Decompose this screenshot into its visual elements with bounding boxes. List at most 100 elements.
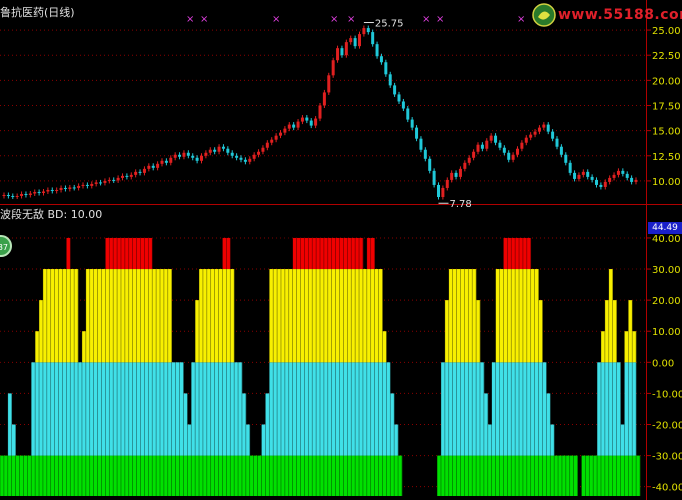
zone-cyan-bar: [495, 362, 500, 456]
zone-cyan-bar: [222, 362, 227, 456]
zone-yellow-bar: [292, 269, 297, 363]
chart-canvas[interactable]: 25.0022.5020.0017.5015.0012.5010.0025.75…: [0, 0, 682, 500]
candle-body: [287, 124, 291, 129]
zone-cyan-bar: [304, 362, 309, 456]
zone-cyan-bar: [202, 362, 208, 456]
zone-cyan-bar: [288, 362, 293, 456]
candle-body: [590, 176, 594, 180]
zone-red-bar: [296, 237, 301, 270]
zone-green-bar: [476, 455, 481, 496]
zone-red-bar: [351, 237, 356, 270]
zone-green-bar: [31, 455, 36, 496]
zone-cyan-bar: [612, 362, 617, 456]
zone-cyan-bar: [460, 362, 465, 456]
zone-cyan-bar: [175, 362, 180, 456]
zone-green-bar: [113, 455, 118, 496]
zone-green-bar: [19, 455, 24, 496]
candle-body: [270, 139, 274, 143]
zone-green-bar: [444, 455, 450, 496]
zone-cyan-bar: [210, 362, 215, 456]
zone-cyan-bar: [464, 362, 469, 456]
stock-chart-window[interactable]: 25.00 22.50 20.00 17.50 15.00 12.50 10.00 25.75…: [0, 0, 682, 500]
zone-cyan-bar: [476, 362, 481, 456]
candle-body: [33, 191, 37, 194]
zone-yellow-bar: [101, 269, 106, 363]
candle-body: [213, 149, 217, 152]
zone-green-bar: [152, 455, 157, 496]
zone-cyan-bar: [331, 362, 336, 456]
zone-cyan-bar: [628, 362, 633, 456]
zone-cyan-bar: [343, 362, 348, 456]
candle-body: [524, 137, 528, 143]
zone-green-bar: [316, 455, 321, 496]
low-label: 7.78: [450, 199, 472, 210]
zone-cyan-bar: [323, 362, 329, 456]
zone-cyan-bar: [542, 362, 547, 456]
zone-cyan-bar: [312, 362, 317, 456]
zone-green-bar: [351, 455, 356, 496]
zone-yellow-bar: [199, 269, 204, 363]
zone-cyan-bar: [144, 362, 149, 456]
candle-body: [537, 127, 541, 132]
candle-body: [322, 92, 326, 106]
zone-cyan-bar: [230, 362, 235, 456]
zone-green-bar: [3, 455, 9, 496]
zone-cyan-bar: [386, 362, 391, 456]
zone-yellow-bar: [132, 269, 137, 363]
zone-green-bar: [54, 455, 59, 496]
zone-green-bar: [238, 455, 243, 496]
candle-body: [90, 183, 94, 186]
candle-body: [494, 135, 498, 143]
candle-body: [551, 131, 555, 139]
zone-green-bar: [132, 455, 137, 496]
zone-green-bar: [249, 455, 254, 496]
zone-yellow-bar: [300, 269, 305, 363]
zone-cyan-bar: [468, 362, 473, 456]
zone-green-bar: [343, 455, 348, 496]
candle-body: [103, 180, 107, 183]
candle-body: [546, 124, 550, 132]
candle-body: [204, 152, 208, 156]
zone-cyan-bar: [42, 362, 48, 456]
zone-yellow-bar: [140, 269, 145, 363]
zone-cyan-bar: [152, 362, 157, 456]
zone-cyan-bar: [351, 362, 356, 456]
zone-cyan-bar: [148, 362, 153, 456]
candle-body: [634, 179, 638, 182]
zone-cyan-bar: [238, 362, 243, 456]
zone-cyan-bar: [199, 362, 204, 456]
zone-green-bar: [101, 455, 106, 496]
zone-yellow-bar: [378, 269, 383, 363]
zone-red-bar: [222, 237, 227, 270]
candle-body: [595, 179, 598, 185]
zone-yellow-bar: [277, 269, 282, 363]
candle-body: [559, 146, 563, 155]
zone-yellow-bar: [362, 269, 368, 363]
zone-cyan-bar: [113, 362, 118, 456]
zone-cyan-bar: [456, 362, 461, 456]
zone-yellow-bar: [503, 269, 508, 363]
zone-green-bar: [370, 455, 375, 496]
zone-green-bar: [522, 455, 528, 496]
zone-cyan-bar: [54, 362, 59, 456]
zone-green-bar: [120, 455, 126, 496]
zone-yellow-bar: [81, 331, 87, 363]
zone-green-bar: [105, 455, 110, 496]
zone-green-bar: [554, 455, 559, 496]
zone-yellow-bar: [35, 331, 40, 363]
watermark: www.55188.com: [530, 2, 682, 28]
zone-green-bar: [117, 455, 122, 496]
zone-yellow-bar: [136, 269, 141, 363]
zone-cyan-bar: [624, 362, 629, 456]
candle-body: [279, 132, 282, 136]
zone-green-bar: [636, 455, 641, 496]
candle-body: [581, 171, 585, 175]
zone-cyan-bar: [382, 362, 387, 456]
candle-body: [630, 177, 634, 182]
candle-body: [353, 38, 357, 47]
candle-body: [485, 140, 489, 149]
zone-cyan-bar: [292, 362, 297, 456]
zone-green-bar: [359, 455, 364, 496]
candle-body: [37, 191, 41, 193]
zone-cyan-bar: [511, 362, 516, 456]
